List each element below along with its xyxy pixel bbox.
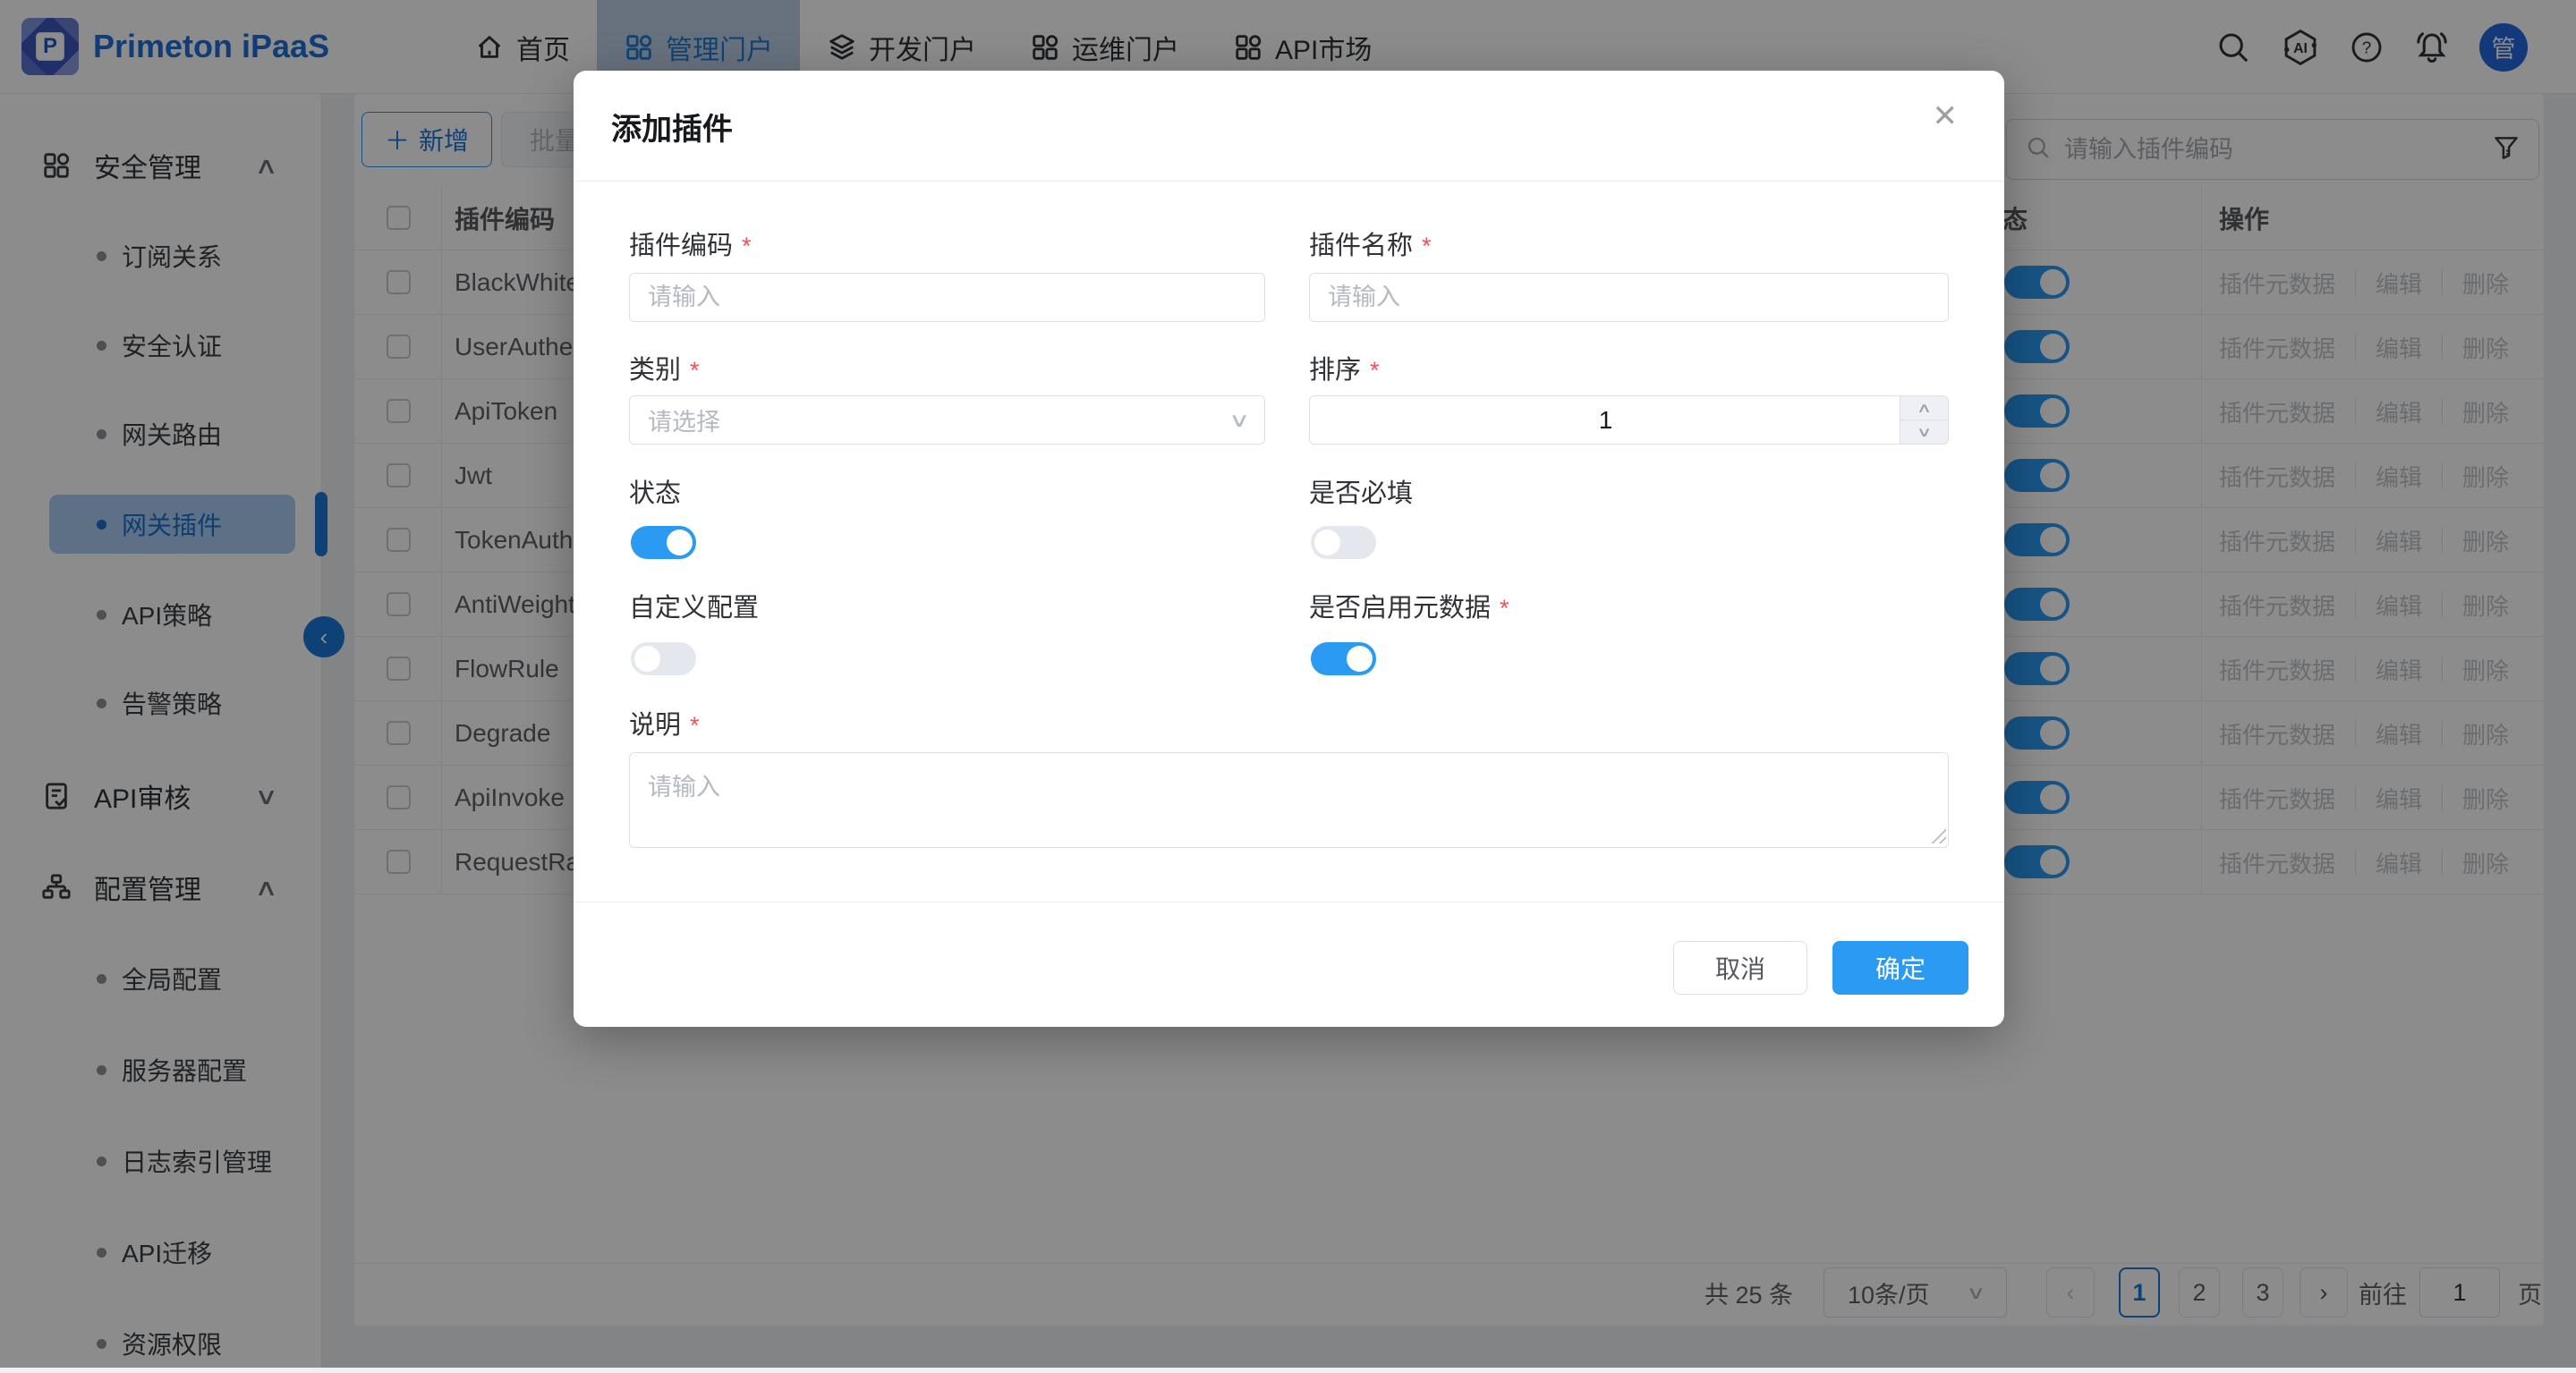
required-mark: *: [1370, 357, 1380, 385]
plugin-code-input[interactable]: [629, 273, 1265, 322]
status-label: 状态: [629, 475, 681, 507]
status-toggle[interactable]: [631, 526, 696, 559]
modal-footer-divider: [574, 902, 2004, 903]
plugin-name-label: 插件名称*: [1309, 227, 1432, 259]
required-mark: *: [1422, 233, 1432, 260]
category-label: 类别*: [629, 352, 700, 384]
sort-number-field: ∧ ∨: [1309, 395, 1949, 445]
required-mark: *: [1500, 595, 1509, 623]
required-field-toggle[interactable]: [1311, 526, 1376, 559]
enable-metadata-toggle[interactable]: [1311, 642, 1376, 675]
chevron-down-icon: ∨: [1228, 409, 1250, 432]
plugin-code-label: 插件编码*: [629, 227, 752, 259]
category-select[interactable]: 请选择 ∨: [629, 395, 1265, 445]
description-label: 说明*: [629, 707, 700, 739]
enable-metadata-label: 是否启用元数据*: [1309, 589, 1509, 622]
custom-config-label: 自定义配置: [629, 589, 759, 622]
required-mark: *: [690, 712, 700, 740]
required-mark: *: [690, 357, 700, 385]
cancel-button[interactable]: 取消: [1673, 941, 1807, 995]
spinner-up-icon[interactable]: ∧: [1900, 396, 1948, 420]
modal-header-divider: [574, 181, 2004, 182]
custom-config-toggle[interactable]: [631, 642, 696, 675]
number-spinner: ∧ ∨: [1900, 396, 1948, 444]
close-icon[interactable]: ✕: [1933, 101, 1959, 131]
plugin-name-input[interactable]: [1309, 273, 1949, 322]
app-root: P Primeton iPaaS 首页 管理门户 开发门户: [0, 0, 2576, 1368]
add-plugin-modal: 添加插件 ✕ 插件编码* 插件名称* 类别* 排序* 请选择 ∨ ∧ ∨: [574, 71, 2004, 1027]
description-textarea[interactable]: [629, 752, 1949, 848]
required-mark: *: [742, 233, 752, 260]
modal-title: 添加插件: [611, 105, 733, 148]
sort-number-input[interactable]: [1310, 396, 1901, 444]
spinner-down-icon[interactable]: ∨: [1900, 420, 1948, 445]
confirm-button[interactable]: 确定: [1832, 941, 1968, 995]
sort-label: 排序*: [1309, 352, 1380, 384]
required-field-label: 是否必填: [1309, 475, 1413, 507]
